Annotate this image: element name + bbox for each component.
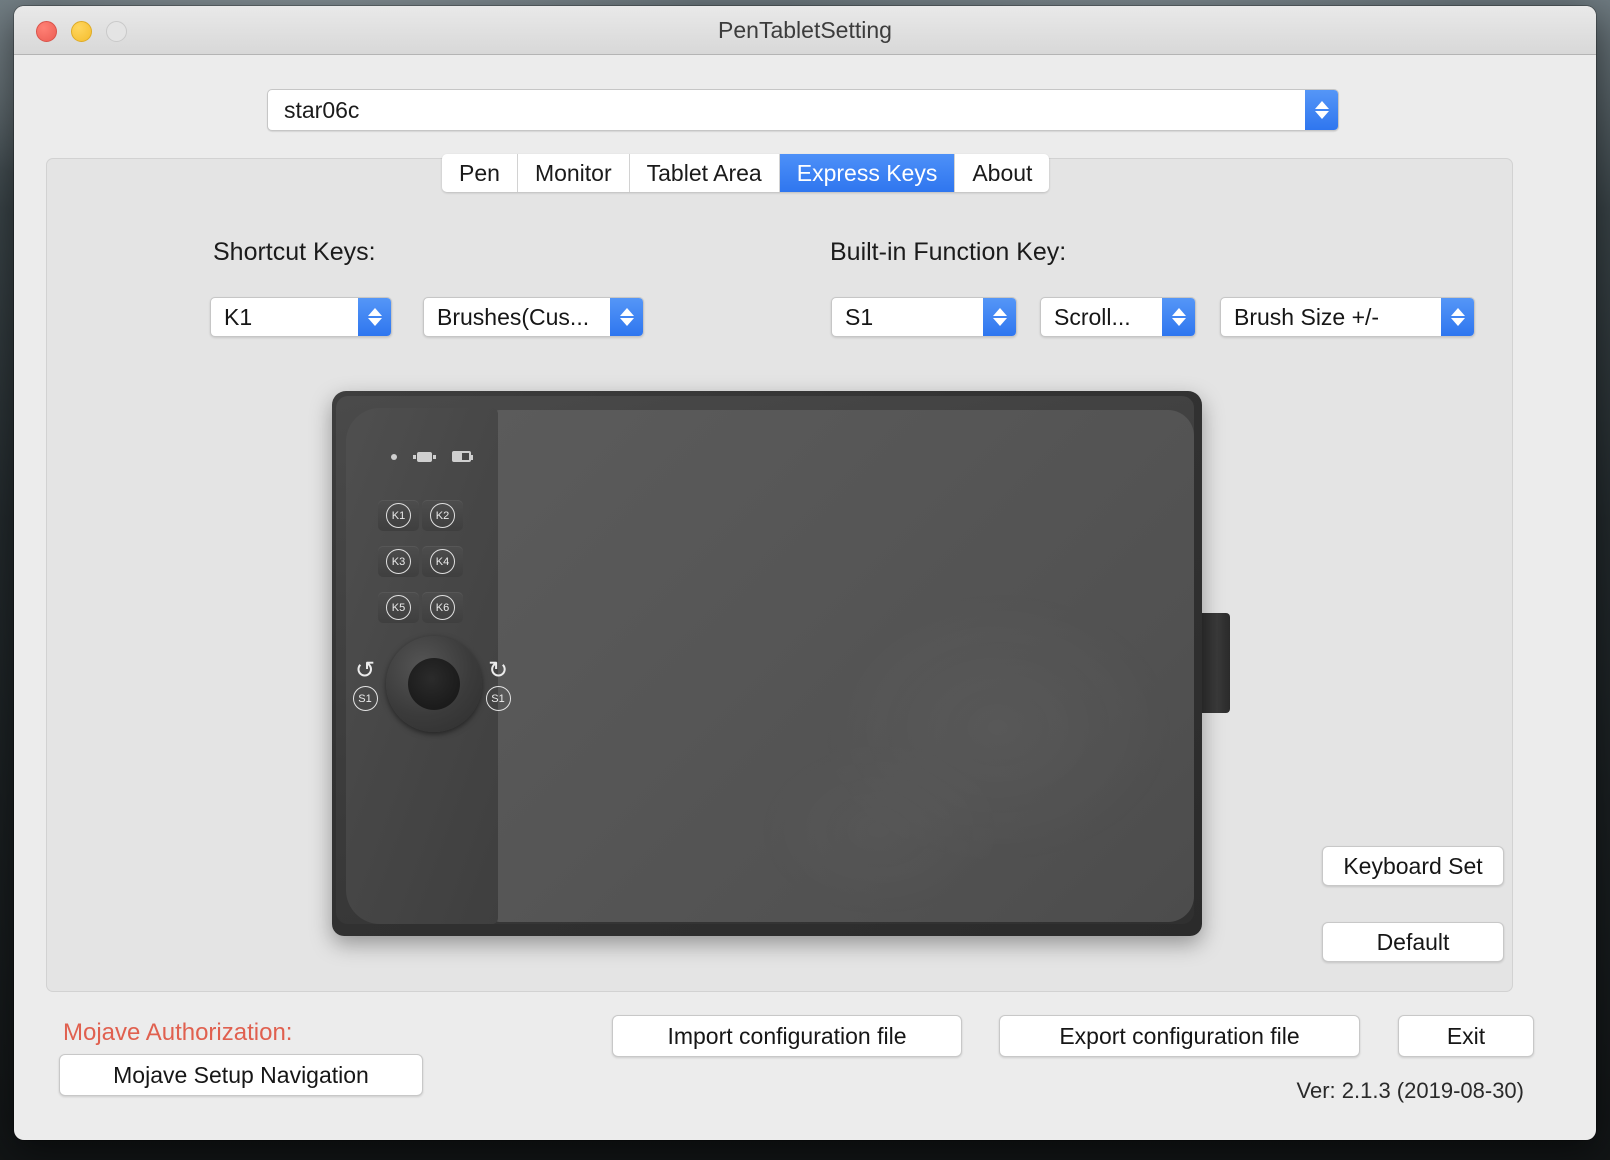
chevron-down-icon: [367, 318, 382, 326]
tablet-dial-right-group: ↻ S1: [481, 659, 515, 711]
chevron-up-icon: [1314, 101, 1329, 109]
tab-bar: Pen Monitor Tablet Area Express Keys Abo…: [442, 154, 1050, 192]
builtin-mode-stepper-icon[interactable]: [1162, 298, 1195, 336]
tablet-key-k1[interactable]: K1: [378, 500, 419, 531]
tablet-key-k5-label: K5: [386, 595, 411, 620]
tablet-key-row: K3 K4: [378, 546, 463, 577]
tablet-key-k1-label: K1: [386, 503, 411, 528]
tab-pen[interactable]: Pen: [442, 154, 518, 192]
mojave-setup-navigation-button[interactable]: Mojave Setup Navigation: [59, 1054, 423, 1096]
tablet-usb-connector: [1198, 613, 1230, 713]
chevron-down-icon: [1171, 318, 1186, 326]
rotate-clockwise-icon: ↻: [487, 657, 509, 684]
tablet-key-k6[interactable]: K6: [422, 592, 463, 623]
tab-monitor[interactable]: Monitor: [517, 154, 630, 192]
chevron-up-icon: [367, 308, 382, 316]
export-configuration-file-button[interactable]: Export configuration file: [999, 1015, 1360, 1057]
tablet-dial-left-label: S1: [352, 686, 378, 711]
tab-about[interactable]: About: [955, 154, 1050, 192]
builtin-function-value: Brush Size +/-: [1234, 303, 1380, 330]
exit-button[interactable]: Exit: [1398, 1015, 1534, 1057]
battery-led-icon: [452, 451, 473, 462]
tablet-dial-right-label: S1: [485, 686, 511, 711]
chevron-down-icon: [1314, 111, 1329, 119]
tablet-drawing-surface: [494, 410, 1194, 922]
rotate-counterclockwise-icon: ↺: [354, 657, 376, 684]
tablet-illustration: K1 K2 K3 K4 K5 K6 ↺ S1 ↻ S1: [332, 391, 1242, 951]
keyboard-set-button[interactable]: Keyboard Set: [1322, 846, 1504, 886]
shortcut-function-stepper-icon[interactable]: [610, 298, 643, 336]
version-label: Ver: 2.1.3 (2019-08-30): [1296, 1078, 1524, 1103]
chevron-down-icon: [619, 318, 634, 326]
import-configuration-file-button[interactable]: Import configuration file: [612, 1015, 962, 1057]
power-led-icon: [391, 453, 397, 460]
tab-express-keys[interactable]: Express Keys: [779, 154, 956, 192]
window-titlebar: PenTabletSetting: [14, 6, 1596, 55]
chevron-up-icon: [619, 308, 634, 316]
tablet-key-k4[interactable]: K4: [422, 546, 463, 577]
device-select-stepper-icon[interactable]: [1305, 90, 1338, 130]
builtin-key-stepper-icon[interactable]: [983, 298, 1016, 336]
tablet-key-k5[interactable]: K5: [378, 592, 419, 623]
device-select[interactable]: star06c: [267, 89, 1339, 131]
tablet-key-k2-label: K2: [430, 503, 455, 528]
shortcut-keys-label: Shortcut Keys:: [213, 238, 376, 266]
mojave-authorization-label: Mojave Authorization:: [63, 1019, 293, 1046]
device-select-value: star06c: [284, 96, 360, 123]
chevron-up-icon: [1171, 308, 1186, 316]
device-select-combo[interactable]: star06c: [267, 89, 1339, 131]
tablet-key-row: K5 K6: [378, 592, 463, 623]
tablet-control-panel: K1 K2 K3 K4 K5 K6 ↺ S1 ↻ S1: [346, 408, 511, 924]
shortcut-function-select[interactable]: Brushes(Cus...: [423, 297, 644, 337]
builtin-key-select[interactable]: S1: [831, 297, 1017, 337]
express-keys-panel: Shortcut Keys: Built-in Function Key: K1…: [46, 158, 1513, 992]
shortcut-key-stepper-icon[interactable]: [358, 298, 391, 336]
builtin-function-select[interactable]: Brush Size +/-: [1220, 297, 1475, 337]
tablet-key-k4-label: K4: [430, 549, 455, 574]
tablet-key-k6-label: K6: [430, 595, 455, 620]
builtin-key-value: S1: [845, 303, 874, 330]
window-title: PenTabletSetting: [718, 17, 892, 43]
tablet-key-k3[interactable]: K3: [378, 546, 419, 577]
builtin-mode-value: Scroll...: [1054, 303, 1131, 330]
pen-status-led-icon: [413, 451, 436, 462]
app-window: PenTabletSetting star06c Pen Monitor Tab…: [14, 6, 1596, 1140]
tablet-dial-wheel[interactable]: [386, 636, 482, 732]
tablet-body: K1 K2 K3 K4 K5 K6 ↺ S1 ↻ S1: [332, 391, 1202, 936]
shortcut-key-select[interactable]: K1: [210, 297, 392, 337]
tablet-bevel: K1 K2 K3 K4 K5 K6 ↺ S1 ↻ S1: [336, 396, 1194, 924]
tab-tablet-area[interactable]: Tablet Area: [629, 154, 780, 192]
shortcut-key-value: K1: [224, 303, 253, 330]
default-button[interactable]: Default: [1322, 922, 1504, 962]
tablet-key-k3-label: K3: [386, 549, 411, 574]
builtin-function-key-label: Built-in Function Key:: [830, 238, 1067, 266]
chevron-up-icon: [992, 308, 1007, 316]
tablet-dial-left-group: ↺ S1: [348, 659, 382, 711]
chevron-down-icon: [1450, 318, 1465, 326]
chevron-down-icon: [992, 318, 1007, 326]
tablet-key-row: K1 K2: [378, 500, 463, 531]
builtin-function-stepper-icon[interactable]: [1441, 298, 1474, 336]
tablet-key-k2[interactable]: K2: [422, 500, 463, 531]
shortcut-function-value: Brushes(Cus...: [437, 303, 590, 330]
builtin-mode-select[interactable]: Scroll...: [1040, 297, 1196, 337]
tablet-indicator-leds: [391, 451, 473, 462]
chevron-up-icon: [1450, 308, 1465, 316]
